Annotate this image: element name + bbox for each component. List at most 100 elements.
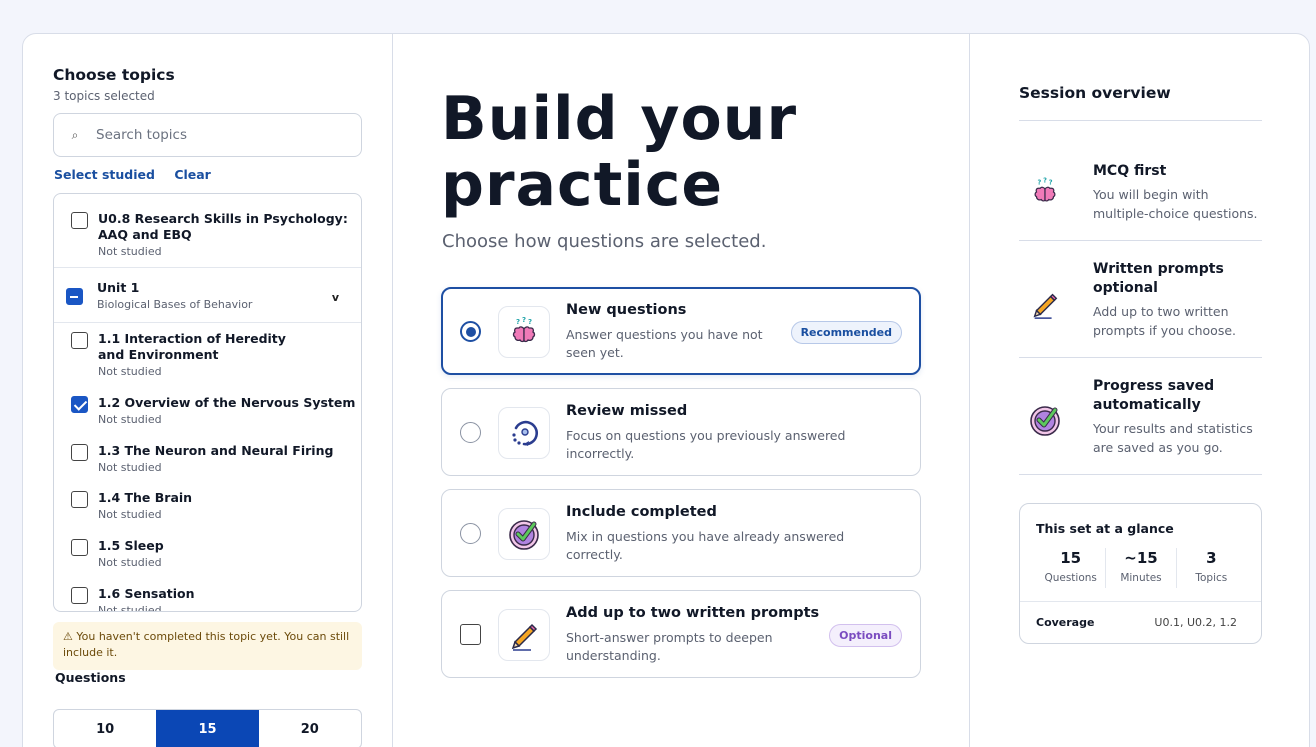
column-divider bbox=[392, 34, 393, 747]
option-review-missed[interactable]: Review missed Focus on questions you pre… bbox=[441, 388, 921, 476]
list-item[interactable]: 1.3 The Neuron and Neural Firing Not stu… bbox=[54, 435, 361, 482]
page-subtitle: Choose how questions are selected. bbox=[442, 231, 767, 252]
optional-badge: Optional bbox=[829, 624, 902, 647]
question-count-20[interactable]: 20 bbox=[259, 710, 361, 747]
topic-checkbox[interactable] bbox=[71, 539, 88, 556]
chevron-down-icon[interactable]: v bbox=[332, 291, 339, 304]
list-item[interactable]: 1.5 Sleep Not studied bbox=[54, 530, 361, 578]
option-title: Review missed bbox=[566, 403, 688, 419]
divider bbox=[1019, 120, 1262, 121]
topic-status: Not studied bbox=[98, 413, 162, 426]
select-studied-link[interactable]: Select studied bbox=[54, 167, 155, 182]
option-new-questions[interactable]: ? ? ? New questions Answer questions you… bbox=[441, 287, 921, 375]
list-item[interactable]: U0.8 Research Skills in Psychology: AAQ … bbox=[54, 194, 361, 267]
stat-minutes: ~15 Minutes bbox=[1106, 548, 1177, 588]
stat-value: 3 bbox=[1206, 549, 1217, 567]
option-description: Focus on questions you previously answer… bbox=[566, 428, 846, 461]
svg-text:?: ? bbox=[1037, 178, 1041, 186]
topic-name: 1.2 Overview of the Nervous System bbox=[98, 395, 356, 410]
option-radio[interactable] bbox=[460, 321, 481, 342]
topic-checkbox[interactable] bbox=[71, 212, 88, 229]
option-description: Short-answer prompts to deepen understan… bbox=[566, 630, 773, 663]
overview-title: Session overview bbox=[1019, 84, 1171, 102]
overview-item-title: MCQ first bbox=[1093, 163, 1167, 179]
overview-item-desc: Your results and statistics are saved as… bbox=[1093, 421, 1253, 455]
option-checkbox[interactable] bbox=[460, 624, 481, 645]
clear-link[interactable]: Clear bbox=[174, 167, 211, 182]
topic-panel: Choose topics 3 topics selected ⌕ Select… bbox=[53, 34, 363, 747]
unit-checkbox[interactable] bbox=[66, 288, 83, 305]
topic-checkbox[interactable] bbox=[71, 332, 88, 349]
question-count-15[interactable]: 15 bbox=[156, 710, 259, 747]
page-title: Build your practice bbox=[441, 86, 921, 218]
stat-questions: 15 Questions bbox=[1036, 548, 1107, 588]
search-icon: ⌕ bbox=[71, 127, 79, 142]
svg-text:?: ? bbox=[522, 316, 526, 324]
option-include-completed[interactable]: Include completed Mix in questions you h… bbox=[441, 489, 921, 577]
selected-count: 3 topics selected bbox=[53, 89, 155, 103]
option-description: Answer questions you have not seen yet. bbox=[566, 327, 763, 360]
stat-value: 15 bbox=[1060, 549, 1082, 567]
svg-text:?: ? bbox=[528, 318, 532, 326]
topic-checkbox[interactable] bbox=[71, 444, 88, 461]
overview-item-title: Written prompts optional bbox=[1093, 261, 1224, 296]
pencil-icon bbox=[1025, 284, 1065, 324]
question-count-10[interactable]: 10 bbox=[54, 710, 156, 747]
topic-status: Not studied bbox=[98, 556, 162, 569]
divider bbox=[1019, 474, 1262, 475]
option-title: Add up to two written prompts bbox=[566, 605, 820, 621]
stat-label: Questions bbox=[1044, 572, 1097, 584]
option-radio[interactable] bbox=[460, 523, 481, 544]
svg-text:?: ? bbox=[1043, 177, 1047, 185]
list-item[interactable]: 1.4 The Brain Not studied bbox=[54, 482, 361, 530]
topic-checkbox[interactable] bbox=[71, 396, 88, 413]
topic-name: U0.8 Research Skills in Psychology: AAQ … bbox=[98, 211, 348, 242]
review-circle-icon bbox=[498, 407, 550, 459]
topic-list: U0.8 Research Skills in Psychology: AAQ … bbox=[53, 193, 362, 612]
option-title: Include completed bbox=[566, 504, 717, 520]
topic-status: Not studied bbox=[98, 508, 162, 521]
coverage-label: Coverage bbox=[1036, 616, 1095, 629]
list-item[interactable]: 1.6 Sensation Not studied bbox=[54, 578, 361, 612]
check-badge-icon bbox=[1025, 400, 1065, 440]
stat-topics: 3 Topics bbox=[1177, 548, 1246, 588]
coverage-value: U0.1, U0.2, 1.2 bbox=[1154, 616, 1237, 629]
stat-label: Topics bbox=[1195, 572, 1228, 584]
topic-panel-title: Choose topics bbox=[53, 66, 175, 84]
list-item[interactable]: 1.2 Overview of the Nervous System Not s… bbox=[54, 387, 361, 435]
topic-actions: Select studied Clear bbox=[54, 167, 226, 182]
search-box: ⌕ bbox=[53, 113, 362, 157]
option-radio[interactable] bbox=[460, 422, 481, 443]
question-count-selector: 10 15 20 bbox=[53, 709, 362, 747]
topic-status: Not studied bbox=[98, 365, 162, 378]
stat-label: Minutes bbox=[1120, 572, 1162, 584]
topic-status: Not studied bbox=[98, 604, 162, 612]
option-description: Mix in questions you have already answer… bbox=[566, 529, 845, 562]
page-title-line2: practice bbox=[441, 150, 724, 220]
option-written-prompts[interactable]: Add up to two written prompts Short-answ… bbox=[441, 590, 921, 678]
search-input[interactable] bbox=[96, 127, 346, 143]
unit-row[interactable]: Unit 1 Biological Bases of Behavior v bbox=[54, 267, 361, 323]
brain-icon: ? ? ? bbox=[498, 306, 550, 358]
topic-name: 1.6 Sensation bbox=[98, 586, 195, 601]
list-item[interactable]: 1.1 Interaction of Heredity and Environm… bbox=[54, 323, 361, 387]
topic-checkbox[interactable] bbox=[71, 491, 88, 508]
pencil-icon bbox=[498, 609, 550, 661]
questions-label: Questions bbox=[55, 670, 126, 685]
overview-item-desc: You will begin with multiple-choice ques… bbox=[1093, 187, 1258, 221]
column-divider bbox=[969, 34, 970, 747]
recommended-badge: Recommended bbox=[790, 321, 902, 344]
glance-title: This set at a glance bbox=[1036, 521, 1174, 536]
warning-message: ⚠ You haven't completed this topic yet. … bbox=[53, 622, 362, 670]
option-title: New questions bbox=[566, 302, 687, 318]
topic-checkbox[interactable] bbox=[71, 587, 88, 604]
topic-status: Not studied bbox=[98, 461, 162, 474]
topic-status: Not studied bbox=[98, 245, 162, 258]
unit-subtitle: Biological Bases of Behavior bbox=[97, 298, 253, 311]
divider bbox=[1020, 601, 1261, 602]
topic-name: 1.4 The Brain bbox=[98, 490, 193, 505]
stat-value: ~15 bbox=[1124, 549, 1158, 567]
glance-stats: 15 Questions ~15 Minutes 3 Topics bbox=[1036, 548, 1246, 588]
brain-icon: ? ? ? bbox=[1025, 172, 1065, 212]
glance-card: This set at a glance 15 Questions ~15 Mi… bbox=[1019, 503, 1262, 644]
